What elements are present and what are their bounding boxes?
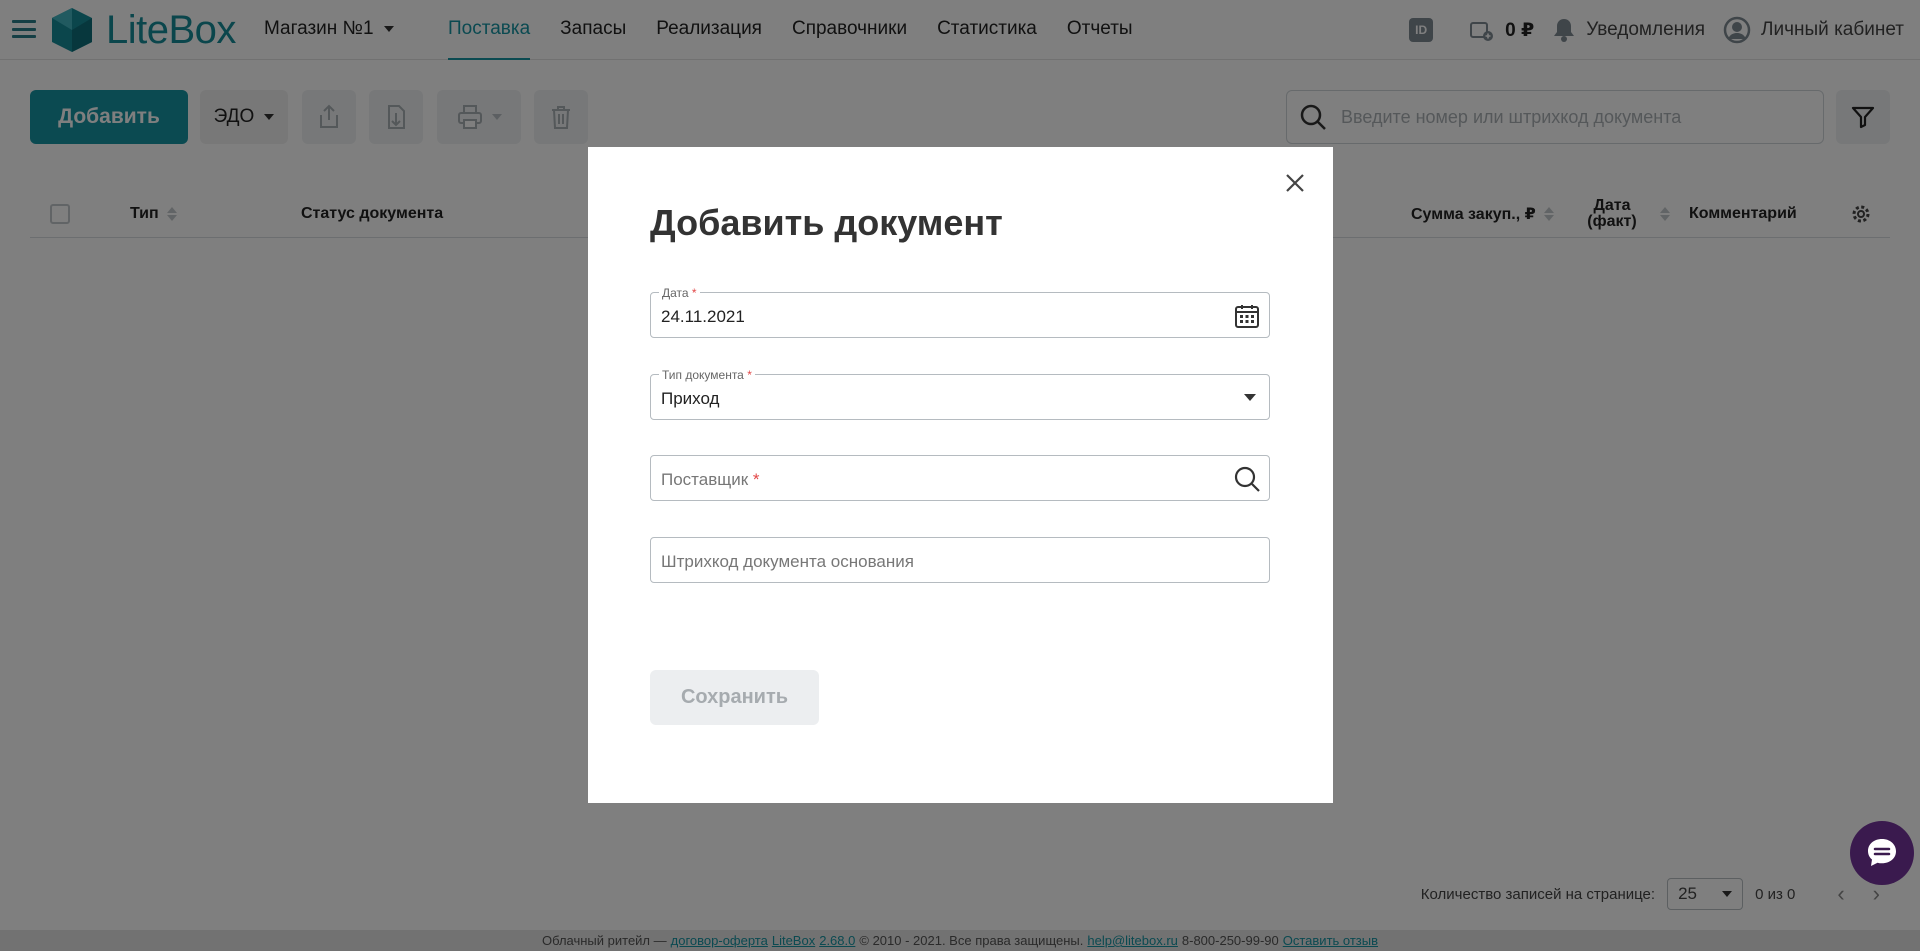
date-field[interactable]: Дата * 24.11.2021 bbox=[650, 287, 1270, 338]
search-icon bbox=[1234, 466, 1260, 492]
document-type-select[interactable]: Тип документа * Приход bbox=[650, 369, 1270, 420]
add-document-modal: Добавить документ Дата * 24.11.2021 Тип … bbox=[588, 147, 1333, 803]
chat-icon bbox=[1868, 839, 1896, 866]
barcode-placeholder: Штрихкод документа основания bbox=[661, 552, 914, 571]
base-document-barcode-field[interactable]: Штрихкод документа основания bbox=[650, 537, 1270, 583]
calendar-button[interactable] bbox=[1233, 302, 1261, 330]
document-type-label: Тип документа * bbox=[659, 369, 755, 381]
calendar-icon bbox=[1235, 305, 1259, 328]
save-button[interactable]: Сохранить bbox=[650, 670, 819, 725]
modal-title: Добавить документ bbox=[650, 202, 1003, 243]
document-type-value: Приход bbox=[661, 389, 720, 408]
supplier-placeholder: Поставщик * bbox=[661, 470, 760, 489]
supplier-field[interactable]: Поставщик * bbox=[650, 455, 1270, 501]
supplier-search-button[interactable] bbox=[1233, 465, 1261, 493]
caret-down-icon bbox=[1244, 394, 1256, 401]
chat-button[interactable] bbox=[1850, 821, 1914, 885]
close-icon[interactable] bbox=[1283, 171, 1307, 195]
date-value: 24.11.2021 bbox=[661, 307, 745, 326]
date-label: Дата * bbox=[659, 287, 700, 299]
